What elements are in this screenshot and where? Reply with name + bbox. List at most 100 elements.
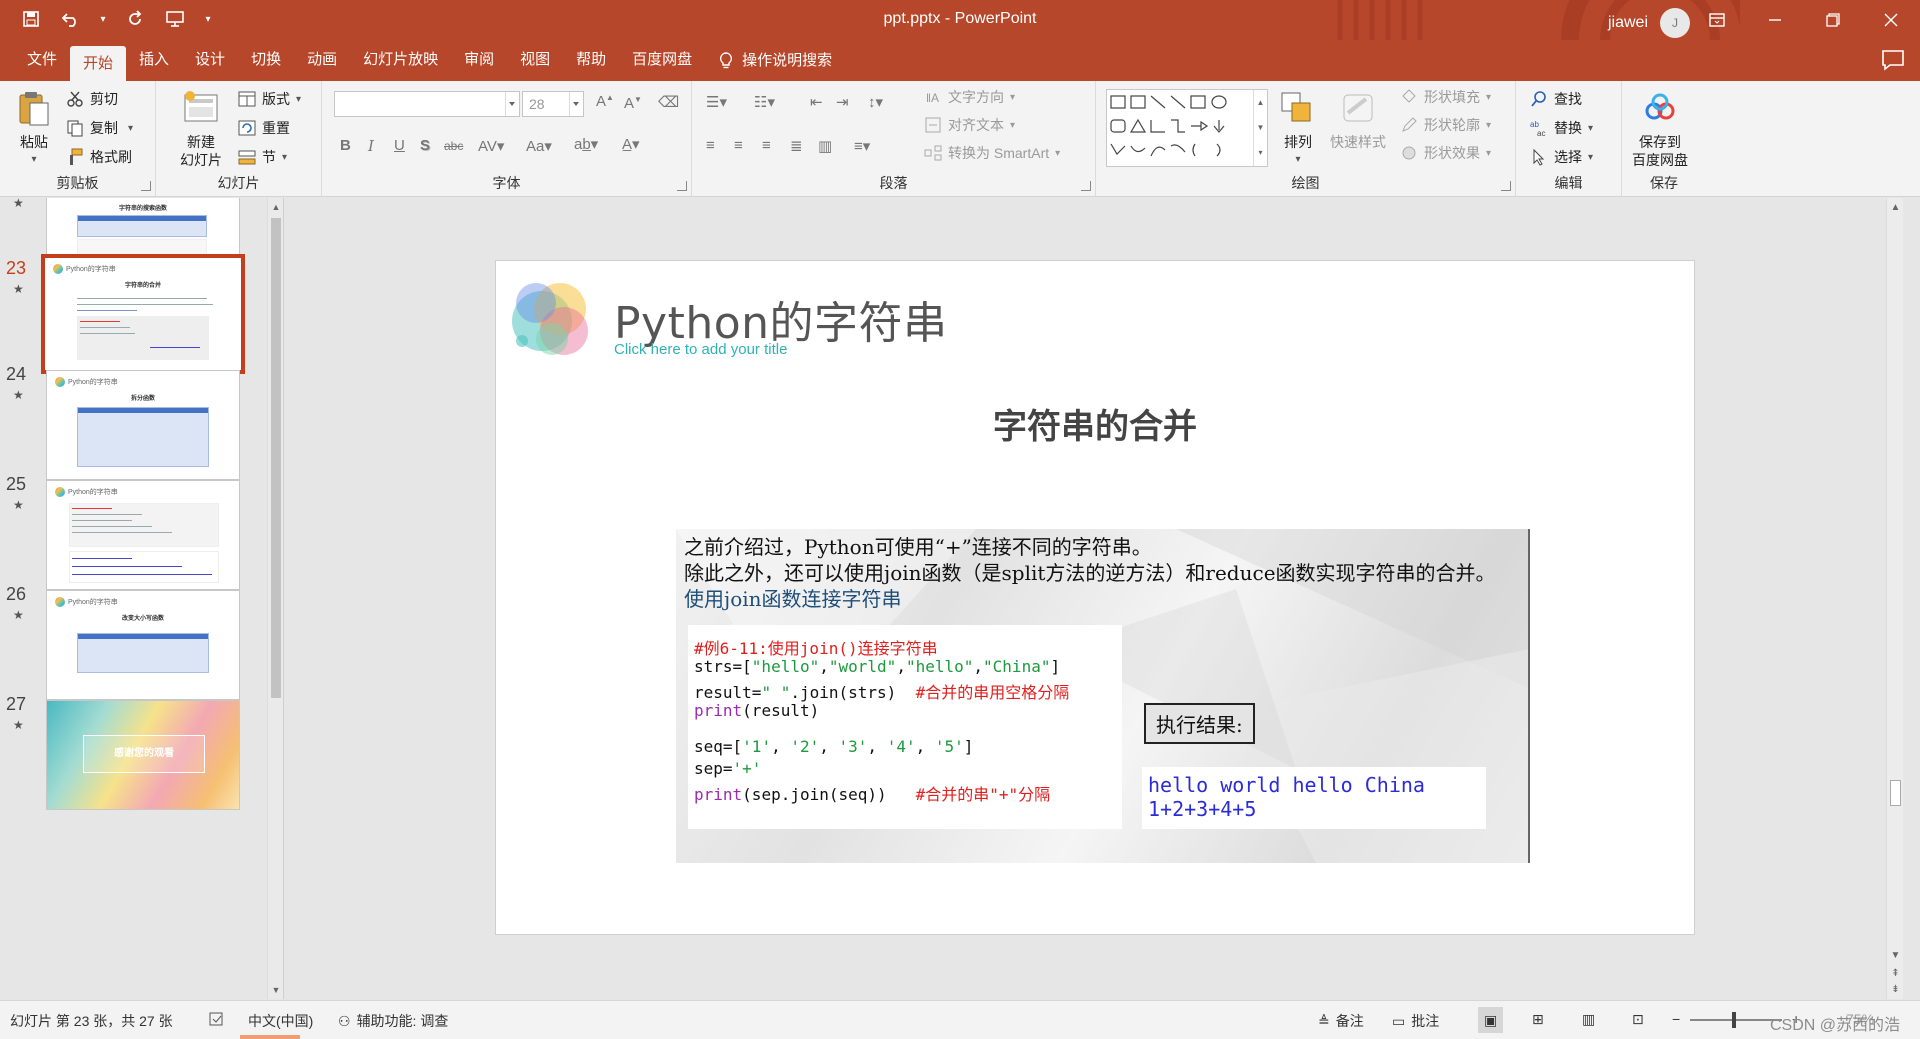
columns-icon[interactable]: ▥ (818, 137, 832, 155)
slide-show-button[interactable]: ⊡ (1632, 1011, 1644, 1028)
tab-file[interactable]: 文件 (14, 40, 70, 81)
undo-dropdown-icon[interactable]: ▾ (98, 6, 108, 32)
new-slide-button[interactable]: 新建 幻灯片 (180, 89, 222, 169)
comments-button[interactable]: ▭ 批注 (1392, 1011, 1439, 1031)
content-picture[interactable]: 之前介绍过，Python可使用“+”连接不同的字符串。 除此之外，还可以使用jo… (676, 529, 1530, 863)
tab-help[interactable]: 帮助 (563, 40, 619, 81)
accessibility-button[interactable]: ⚇ 辅助功能: 调查 (338, 1011, 448, 1031)
slide-heading[interactable]: 字符串的合并 (496, 399, 1694, 448)
editor-scrollbar[interactable]: ▲ ▼ ⇞ ⇟ (1886, 198, 1903, 999)
format-painter-button[interactable]: 格式刷 (66, 147, 132, 167)
character-spacing-icon[interactable]: AV▾ (478, 137, 504, 155)
zoom-out-icon[interactable]: − (1672, 1011, 1680, 1027)
shape-effects-button[interactable]: 形状效果 ▾ (1400, 143, 1491, 163)
text-shadow-icon[interactable]: S (420, 137, 430, 154)
tab-transitions[interactable]: 切换 (238, 40, 294, 81)
user-account[interactable]: jiawei J (1608, 8, 1690, 38)
drawing-launcher-icon[interactable] (1501, 181, 1511, 191)
bullets-icon[interactable]: ☰▾ (706, 93, 727, 111)
zoom-slider-track[interactable] (1690, 1019, 1782, 1021)
slide-sorter-button[interactable]: ⊞ (1532, 1011, 1544, 1028)
subtitle-placeholder[interactable]: Click here to add your title (614, 341, 787, 358)
select-button[interactable]: 选择 ▾ (1530, 147, 1593, 167)
paste-dropdown-icon[interactable]: ▾ (31, 151, 36, 169)
save-to-netdisk-button[interactable]: 保存到 百度网盘 (1632, 89, 1688, 169)
tab-slide-show[interactable]: 幻灯片放映 (350, 40, 451, 81)
quick-styles-button[interactable]: 快速样式 (1330, 89, 1386, 151)
redo-icon[interactable] (122, 6, 148, 32)
thumbnails-scrollbar[interactable]: ▲ ▼ (267, 198, 283, 999)
slide-thumbnail[interactable]: Python的字符串 改变大小写函数 (46, 590, 240, 700)
tab-home[interactable]: 开始 (70, 46, 127, 81)
slide-thumbnail[interactable]: 感谢您的观看 (46, 700, 240, 810)
avatar[interactable]: J (1660, 8, 1690, 38)
tab-baidu-netdisk[interactable]: 百度网盘 (619, 40, 705, 81)
slide[interactable]: Python的字符串 Click here to add your title … (495, 260, 1695, 935)
paste-button[interactable]: 粘贴 ▾ (14, 89, 54, 169)
shapes-gallery[interactable]: ▲ ▼ ▾ (1106, 89, 1268, 167)
font-size-box[interactable]: 28 (522, 91, 584, 117)
comments-icon[interactable] (1880, 48, 1906, 72)
thumbnails-scroll-thumb[interactable] (271, 218, 281, 698)
editor-scroll-thumb[interactable] (1890, 780, 1901, 806)
minimize-icon[interactable] (1746, 0, 1804, 40)
scroll-down-icon[interactable]: ▼ (1890, 950, 1901, 961)
arrange-button[interactable]: 排列 ▾ (1278, 89, 1318, 169)
paragraph-launcher-icon[interactable] (1081, 181, 1091, 191)
save-icon[interactable] (18, 6, 44, 32)
customize-qat-icon[interactable]: ▾ (202, 6, 214, 32)
zoom-slider-handle[interactable] (1732, 1012, 1736, 1028)
reset-button[interactable]: 重置 (238, 118, 290, 138)
font-name-dropdown-icon[interactable] (505, 92, 519, 116)
slide-count[interactable]: 幻灯片 第 23 张，共 27 张 (10, 1011, 173, 1031)
bold-icon[interactable]: B (340, 137, 351, 154)
italic-icon[interactable]: I (368, 137, 374, 155)
previous-slide-icon[interactable]: ⇞ (1890, 968, 1901, 979)
ribbon-display-options-icon[interactable] (1688, 0, 1746, 40)
undo-icon[interactable] (58, 6, 84, 32)
shapes-gallery-scroll[interactable]: ▲ ▼ ▾ (1253, 90, 1267, 166)
next-slide-icon[interactable]: ⇟ (1890, 984, 1901, 995)
align-text-button[interactable]: 对齐文本 ▾ (924, 115, 1015, 135)
slide-thumbnail[interactable]: Python的字符串 (46, 480, 240, 590)
font-color-icon[interactable]: A̲▾ (622, 135, 640, 153)
notes-button[interactable]: ≜ 备注 (1318, 1011, 1364, 1031)
font-size-dropdown-icon[interactable] (569, 92, 583, 116)
tell-me-search[interactable]: 操作说明搜索 (705, 40, 845, 81)
font-launcher-icon[interactable] (677, 181, 687, 191)
font-name-box[interactable] (334, 91, 520, 117)
align-center-icon[interactable]: ≡ (734, 137, 743, 154)
tab-insert[interactable]: 插入 (126, 40, 182, 81)
spell-check-icon[interactable] (208, 1011, 226, 1027)
slide-thumbnail[interactable]: Python的字符串 拆分函数 (46, 370, 240, 480)
justify-icon[interactable]: ≣ (790, 137, 803, 155)
presentation-icon[interactable] (162, 6, 188, 32)
shape-fill-button[interactable]: 形状填充 ▾ (1400, 87, 1491, 107)
tab-animations[interactable]: 动画 (294, 40, 350, 81)
copy-button[interactable]: 复制 ▾ (66, 118, 133, 138)
layout-button[interactable]: 版式 ▾ (238, 89, 301, 109)
restore-icon[interactable] (1804, 0, 1862, 40)
align-right-icon[interactable]: ≡ (762, 137, 771, 154)
section-button[interactable]: 节 ▾ (238, 147, 287, 167)
scroll-down-icon[interactable]: ▼ (271, 985, 281, 995)
reading-view-button[interactable]: ▥ (1582, 1011, 1595, 1028)
tab-view[interactable]: 视图 (507, 40, 563, 81)
highlight-color-icon[interactable]: ab̲▾ (574, 135, 598, 153)
tab-review[interactable]: 审阅 (451, 40, 507, 81)
language-indicator[interactable]: 中文(中国) (248, 1011, 313, 1031)
line-spacing-icon[interactable]: ↕▾ (868, 93, 883, 111)
decrease-font-size-icon[interactable]: A▼ (624, 95, 642, 112)
slide-thumbnail-selected[interactable]: Python的字符串 字符串的合并 (41, 254, 245, 374)
strikethrough-icon[interactable]: abc (444, 139, 463, 153)
replace-button[interactable]: ab ac 替换 ▾ (1530, 118, 1593, 138)
scroll-up-icon[interactable]: ▲ (271, 202, 281, 212)
normal-view-button[interactable]: ▣ (1478, 1007, 1504, 1033)
copy-dropdown-icon[interactable]: ▾ (128, 123, 133, 134)
clear-formatting-icon[interactable]: ⌫ (658, 93, 679, 111)
close-icon[interactable] (1862, 0, 1920, 40)
decrease-indent-icon[interactable]: ⇤ (810, 93, 823, 111)
convert-smartart-button[interactable]: 转换为 SmartArt ▾ (924, 143, 1060, 163)
numbering-icon[interactable]: ☷▾ (754, 93, 775, 111)
cut-button[interactable]: 剪切 (66, 89, 118, 109)
